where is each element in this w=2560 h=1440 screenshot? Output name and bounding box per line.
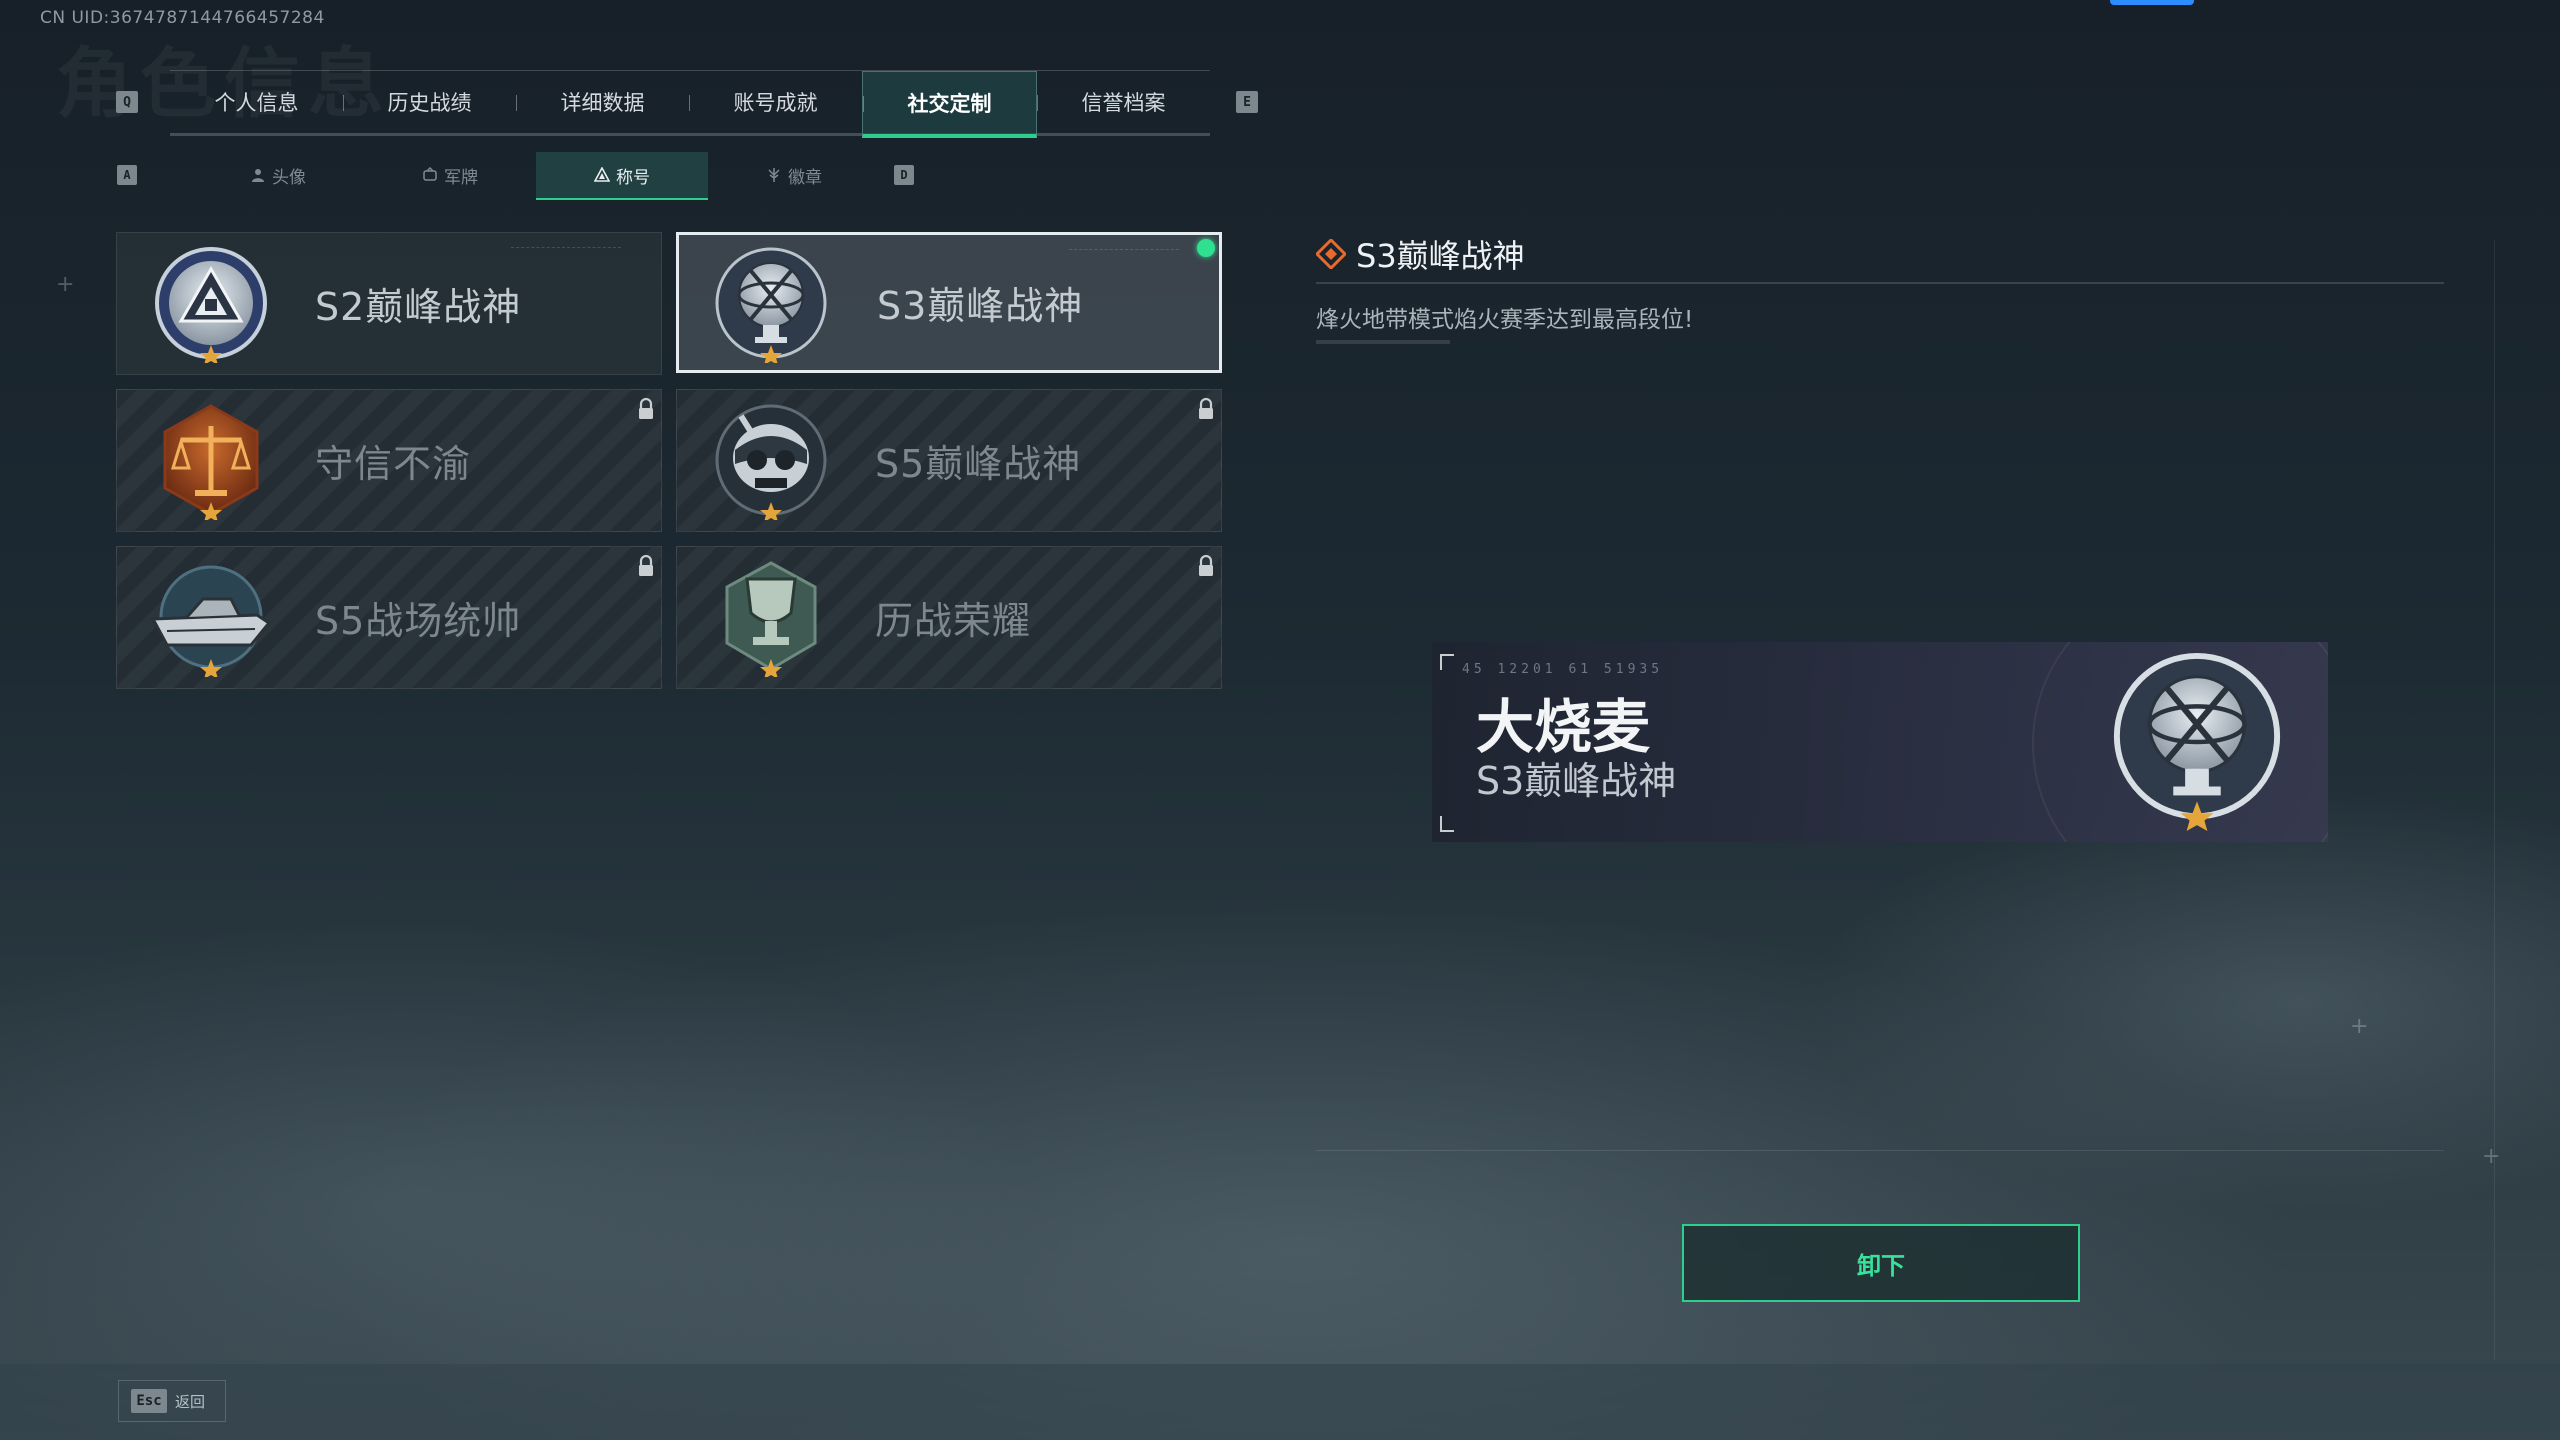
- title-name: S5战场统帅: [315, 599, 522, 643]
- title-card-s5-peak[interactable]: S5巅峰战神: [676, 389, 1222, 532]
- title-diamond-icon: [1316, 239, 1346, 269]
- crosshair-decor-icon: +: [56, 272, 75, 297]
- frame-line: [2494, 240, 2495, 1360]
- crosshair-decor-icon: +: [2482, 1144, 2501, 1169]
- detail-decor: [1316, 340, 1450, 344]
- title-name: 守信不渝: [315, 442, 472, 486]
- plate-corner: [1440, 816, 1454, 832]
- tab-match-history[interactable]: 历史战绩: [343, 71, 516, 133]
- title-name: 历战荣耀: [875, 599, 1032, 643]
- detail-header: S3巅峰战神: [1316, 226, 2444, 284]
- tab-social-customization[interactable]: 社交定制: [862, 71, 1037, 138]
- tab-detailed-data[interactable]: 详细数据: [516, 71, 689, 133]
- title-name: S2巅峰战神: [315, 285, 522, 329]
- key-hint-prev-tab: Q: [116, 91, 138, 113]
- plate-title: S3巅峰战神: [1476, 759, 1677, 803]
- crosshair-decor-icon: +: [2350, 1014, 2369, 1039]
- lock-icon: [1199, 398, 1213, 419]
- lock-icon: [639, 398, 653, 419]
- subtab-label: 军牌: [444, 167, 478, 188]
- title-name: S3巅峰战神: [877, 284, 1084, 328]
- scales-badge-icon: [163, 404, 259, 520]
- person-icon: [252, 169, 264, 182]
- title-name: S5巅峰战神: [875, 442, 1082, 486]
- emblem-icon: [768, 168, 780, 182]
- title-card-s5-commander[interactable]: S5战场统帅: [116, 546, 662, 689]
- back-label: 返回: [175, 1392, 206, 1411]
- esc-key-hint: Esc: [131, 1389, 167, 1413]
- title-detail-panel: S3巅峰战神 烽火地带模式焰火赛季达到最高段位!: [1316, 226, 2444, 344]
- key-hint-prev-subtab: A: [117, 165, 137, 185]
- subtab-label: 头像: [272, 167, 306, 188]
- lock-icon: [1199, 555, 1213, 576]
- plate-code: 45 12201 61 51935: [1462, 662, 1664, 677]
- back-button[interactable]: Esc 返回: [118, 1380, 226, 1422]
- title-card-s3-peak[interactable]: S3巅峰战神: [676, 232, 1222, 373]
- tab-achievements[interactable]: 账号成就: [689, 71, 862, 133]
- nameplate-preview: 45 12201 61 51935 大烧麦 S3巅峰战神: [1432, 642, 2328, 842]
- s3-peak-badge-icon: [715, 247, 827, 363]
- boat-badge-icon: [150, 565, 272, 677]
- subtab-emblem[interactable]: 徽章: [708, 152, 880, 198]
- subtab-title[interactable]: 称号: [536, 152, 708, 200]
- key-hint-next-tab: E: [1236, 91, 1258, 113]
- key-hint-next-subtab: D: [894, 165, 914, 185]
- tab-personal-info[interactable]: 个人信息: [170, 71, 343, 133]
- subtab-row: 头像 军牌 称号 徽章: [192, 152, 880, 200]
- top-indicator: [2110, 0, 2194, 5]
- main-tabs: Q 个人信息 历史战绩 详细数据 账号成就 社交定制 信誉档案 E: [104, 70, 1260, 138]
- title-icon: [594, 167, 610, 182]
- trophy-badge-icon: [725, 561, 817, 677]
- divider: [1316, 1150, 2444, 1151]
- unequip-button[interactable]: 卸下: [1682, 1224, 2080, 1302]
- title-grid: S2巅峰战神 S3巅峰战神 守信不渝 S5巅峰战神 S5战场统帅 历战荣耀: [116, 232, 1224, 689]
- tab-credit-record[interactable]: 信誉档案: [1037, 71, 1210, 133]
- detail-title: S3巅峰战神: [1356, 237, 1525, 275]
- title-card-battle-glory[interactable]: 历战荣耀: [676, 546, 1222, 689]
- bottom-bar: [0, 1364, 2560, 1440]
- card-decor: [1069, 249, 1179, 254]
- equipped-indicator: [1197, 239, 1215, 257]
- subtab-label: 徽章: [788, 167, 822, 188]
- title-card-keep-faith[interactable]: 守信不渝: [116, 389, 662, 532]
- card-decor: [511, 247, 621, 252]
- s3-peak-badge-icon: [2113, 652, 2281, 832]
- dogtag-icon: [423, 167, 437, 181]
- s2-peak-badge-icon: [155, 247, 267, 363]
- detail-description: 烽火地带模式焰火赛季达到最高段位!: [1316, 307, 1694, 333]
- subtab-dogtag[interactable]: 军牌: [364, 152, 536, 198]
- skull-badge-icon: [715, 404, 827, 520]
- subtab-label: 称号: [616, 167, 650, 188]
- plate-corner: [1440, 654, 1454, 670]
- tab-row: 个人信息 历史战绩 详细数据 账号成就 社交定制 信誉档案: [170, 70, 1210, 138]
- sub-tabs: A 头像 军牌 称号 徽章 D: [104, 152, 944, 200]
- subtab-avatar[interactable]: 头像: [192, 152, 364, 198]
- lock-icon: [639, 555, 653, 576]
- title-card-s2-peak[interactable]: S2巅峰战神: [116, 232, 662, 375]
